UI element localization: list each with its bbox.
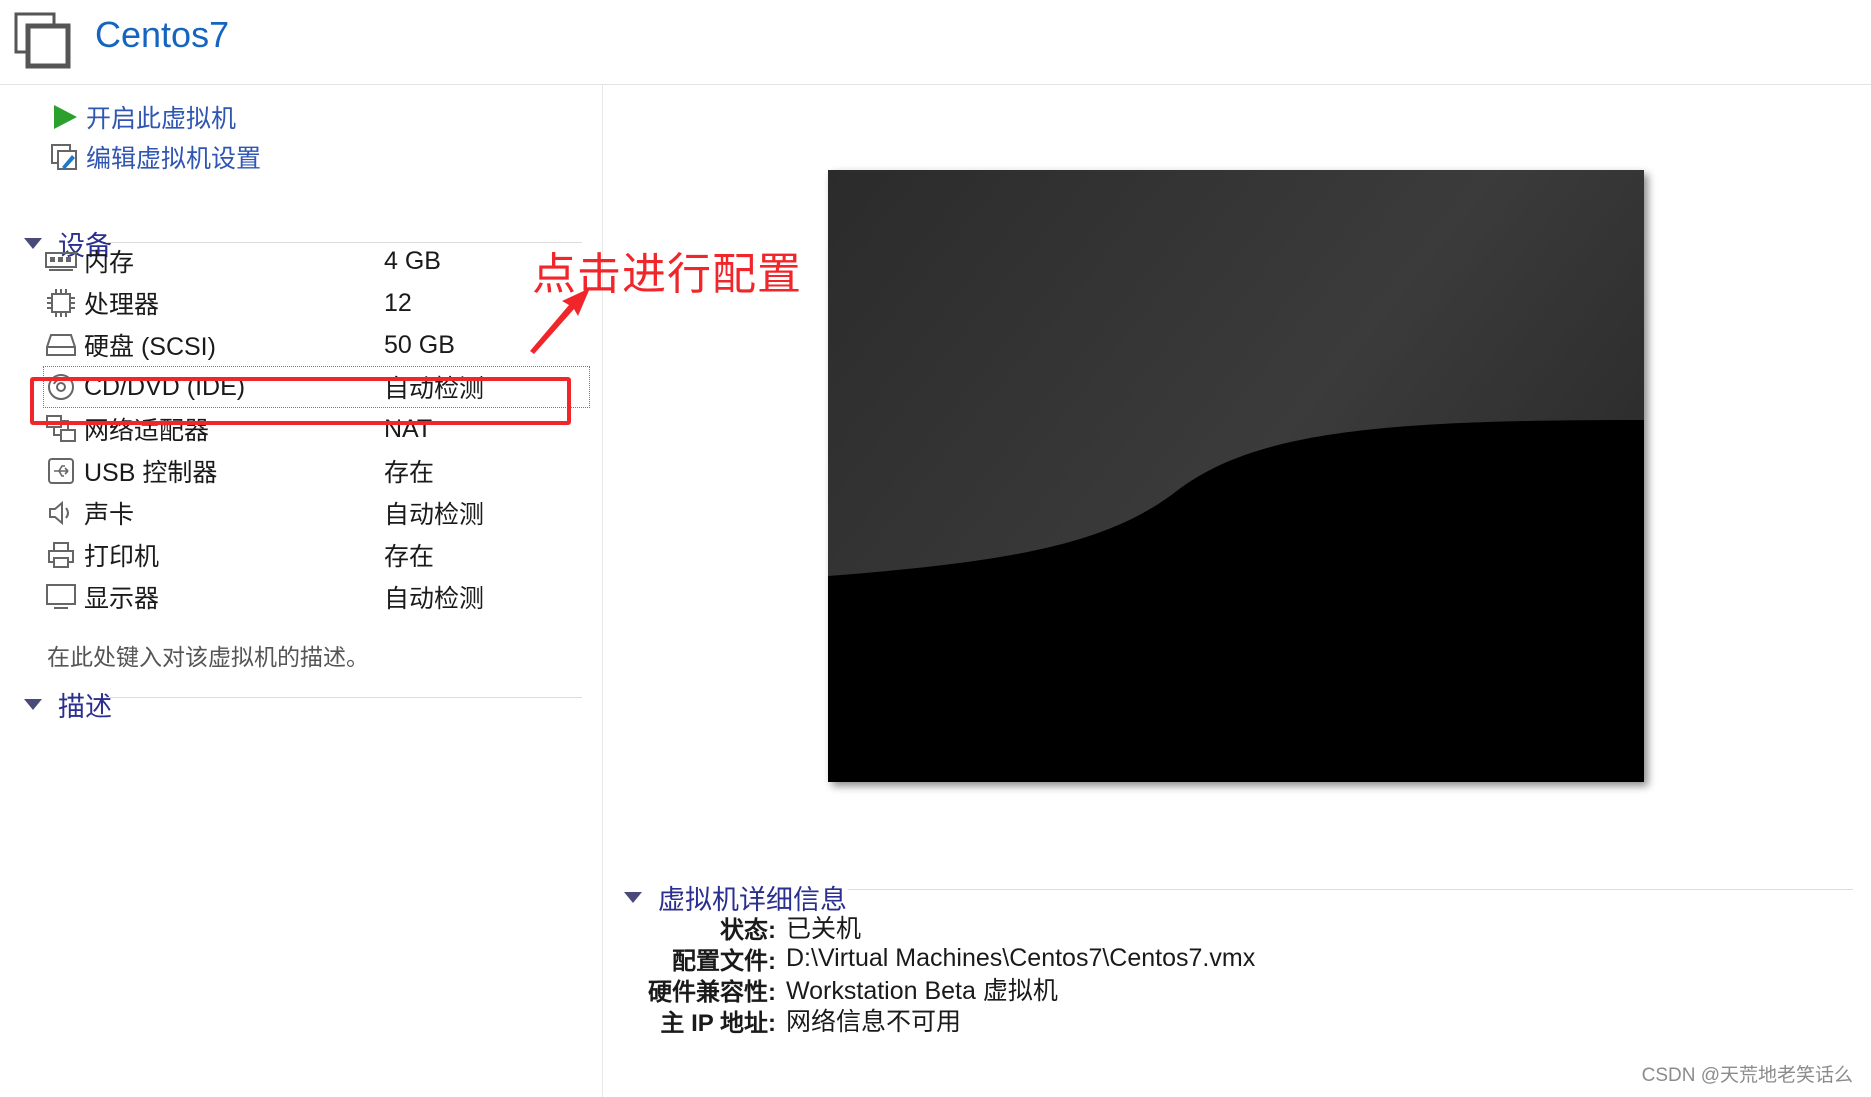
device-value: 存在 xyxy=(384,459,435,487)
printer-icon xyxy=(44,538,78,572)
detail-row-primary-ip: 主 IP 地址: 网络信息不可用 xyxy=(600,1004,1800,1037)
vm-screen-graphic xyxy=(828,170,1644,782)
device-row-sound-card[interactable]: 声卡 自动检测 xyxy=(44,493,589,533)
device-name: 显示器 xyxy=(84,585,160,613)
annotation-highlight-box xyxy=(30,377,571,425)
device-value: 12 xyxy=(384,288,412,317)
detail-key: 硬件兼容性: xyxy=(648,978,776,1006)
collapse-caret-icon xyxy=(24,699,42,710)
device-name: 打印机 xyxy=(84,543,160,571)
section-divider xyxy=(848,889,1853,890)
detail-key: 状态: xyxy=(720,916,776,944)
device-name: 处理器 xyxy=(84,291,160,319)
device-row-hard-disk[interactable]: 硬盘 (SCSI) 50 GB xyxy=(44,325,589,365)
memory-icon xyxy=(44,244,78,278)
description-section-toggle[interactable]: 描述 xyxy=(24,685,112,724)
device-name: 声卡 xyxy=(84,501,135,529)
usb-icon xyxy=(44,454,78,488)
detail-value: 已关机 xyxy=(786,915,862,943)
device-name: USB 控制器 xyxy=(84,459,218,487)
left-panel: 开启此虚拟机 编辑虚拟机设置 设备 内存 4 GB 处理器 12 硬盘 (SCS… xyxy=(0,85,603,1097)
device-name: 硬盘 (SCSI) xyxy=(84,333,216,361)
collapse-caret-icon xyxy=(624,892,642,903)
detail-key: 主 IP 地址: xyxy=(660,1009,776,1037)
play-icon xyxy=(50,102,80,132)
hard-disk-icon xyxy=(44,328,78,362)
vm-header: Centos7 xyxy=(0,0,1871,85)
section-divider xyxy=(106,697,582,698)
detail-value: 网络信息不可用 xyxy=(786,1008,962,1036)
device-row-memory[interactable]: 内存 4 GB xyxy=(44,241,589,281)
detail-row-config-file: 配置文件: D:\Virtual Machines\Centos7\Centos… xyxy=(600,942,1800,975)
device-value: 自动检测 xyxy=(384,585,485,613)
power-on-vm-label: 开启此虚拟机 xyxy=(86,105,237,133)
edit-vm-settings-link[interactable]: 编辑虚拟机设置 xyxy=(50,139,261,175)
device-value: 50 GB xyxy=(384,330,455,359)
edit-settings-icon xyxy=(50,142,80,172)
device-name: 内存 xyxy=(84,249,135,277)
device-row-usb-controller[interactable]: USB 控制器 存在 xyxy=(44,451,589,491)
power-on-vm-link[interactable]: 开启此虚拟机 xyxy=(50,99,236,135)
device-value: 自动检测 xyxy=(384,501,485,529)
device-value: 4 GB xyxy=(384,246,441,275)
detail-value: D:\Virtual Machines\Centos7\Centos7.vmx xyxy=(786,943,1256,972)
detail-key: 配置文件: xyxy=(672,947,776,975)
watermark-text: CSDN @天荒地老笑话么 xyxy=(1641,1065,1853,1086)
annotation-arrow-icon xyxy=(530,288,590,354)
edit-vm-settings-label: 编辑虚拟机设置 xyxy=(86,145,262,173)
vm-screen-preview[interactable] xyxy=(828,170,1644,782)
detail-row-state: 状态: 已关机 xyxy=(600,911,1800,944)
sound-icon xyxy=(44,496,78,530)
vm-title: Centos7 xyxy=(95,14,230,55)
description-placeholder[interactable]: 在此处键入对该虚拟机的描述。 xyxy=(47,638,369,672)
detail-row-hardware-compatibility: 硬件兼容性: Workstation Beta 虚拟机 xyxy=(600,973,1800,1006)
device-value: 存在 xyxy=(384,543,435,571)
device-row-printer[interactable]: 打印机 存在 xyxy=(44,535,589,575)
device-row-processor[interactable]: 处理器 12 xyxy=(44,283,589,323)
processor-icon xyxy=(44,286,78,320)
display-icon xyxy=(44,580,78,614)
virtual-machine-icon xyxy=(14,12,71,69)
collapse-caret-icon xyxy=(24,238,42,249)
device-row-display[interactable]: 显示器 自动检测 xyxy=(44,577,589,617)
vm-summary-page: Centos7 开启此虚拟机 编辑虚拟机设置 设备 内存 4 GB 处理器 12… xyxy=(0,0,1871,1097)
description-section-title: 描述 xyxy=(58,692,112,722)
